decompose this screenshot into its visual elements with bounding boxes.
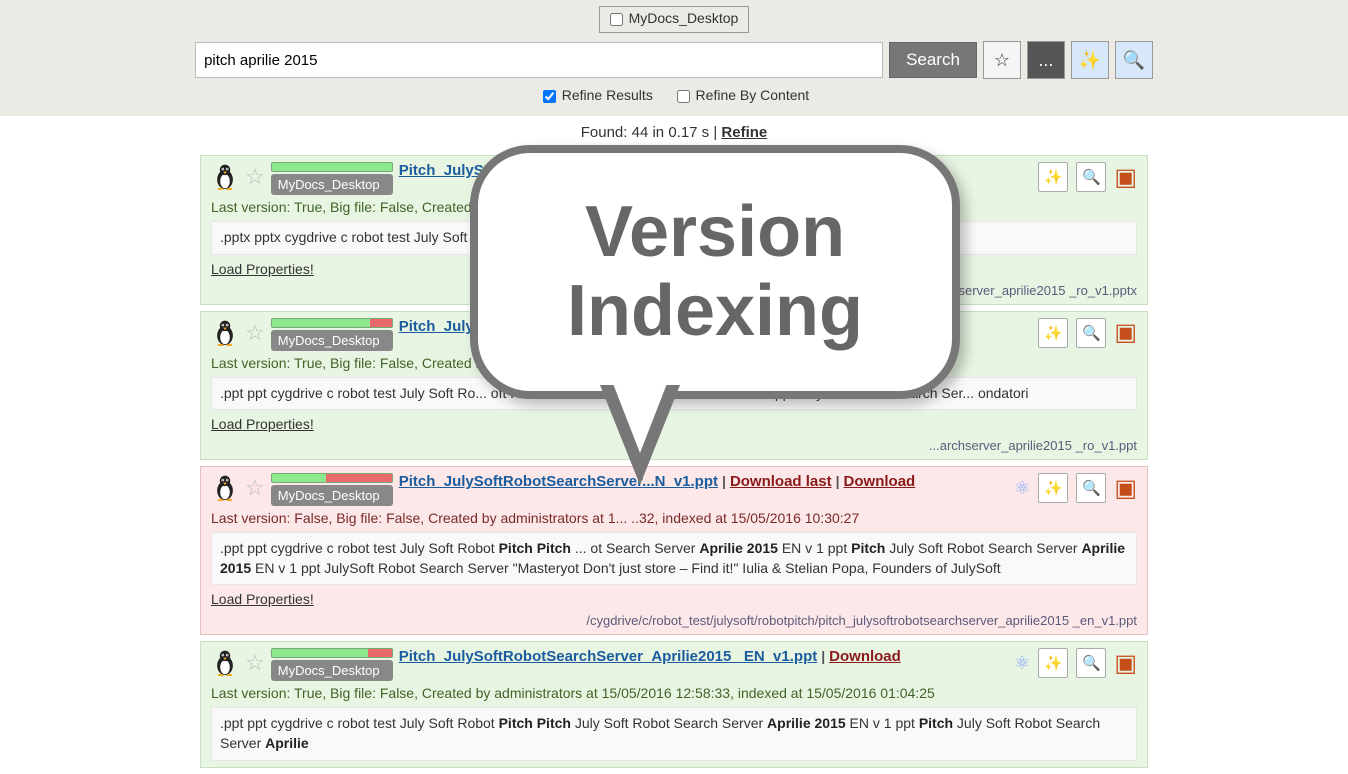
scope-selector[interactable]: MyDocs_Desktop	[599, 6, 750, 33]
result-metadata: Last version: True, Big file: False, Cre…	[211, 355, 1137, 371]
magnifier-icon: 🔍	[1082, 479, 1101, 497]
relevance-bar	[271, 648, 393, 658]
load-properties-link[interactable]: Load Properties!	[211, 416, 314, 432]
file-path: ...archserver_aprilie2015 _ro_v1.ppt	[211, 438, 1137, 453]
magnifier-icon: 🔍	[1082, 324, 1101, 342]
graph-icon[interactable]: ⚛	[1014, 478, 1030, 499]
powerpoint-icon: ▣	[1114, 163, 1137, 192]
wand-button[interactable]: ✨	[1038, 648, 1068, 678]
favorite-button[interactable]: ☆	[983, 41, 1021, 79]
results-summary-bar: Found: 44 in 0.17 s | Refine	[0, 116, 1348, 149]
wand-icon: ✨	[1044, 479, 1063, 497]
magnifier-icon: 🔍	[1082, 168, 1101, 186]
result-snippet: .ppt ppt cygdrive c robot test July Soft…	[211, 532, 1137, 585]
penguin-icon	[211, 318, 239, 346]
relevance-bar	[271, 473, 393, 483]
refine-by-content-option[interactable]: Refine By Content	[673, 87, 810, 103]
penguin-icon	[211, 473, 239, 501]
star-icon[interactable]: ☆	[245, 166, 265, 188]
wand-icon: ✨	[1044, 324, 1063, 342]
result-title-link[interactable]: Pitch_JulySoftRobotSearchServer_Aprilie2…	[399, 648, 818, 665]
source-badge: MyDocs_Desktop	[271, 660, 393, 681]
wand-icon: ✨	[1044, 654, 1063, 672]
result-metadata: Last version: True, Big file: False, Cre…	[211, 685, 1137, 701]
wand-icon: ✨	[1044, 168, 1063, 186]
download-link[interactable]: Download last	[730, 473, 832, 490]
relevance-bar	[271, 162, 393, 172]
star-icon[interactable]: ☆	[245, 477, 265, 499]
magnifier-icon: 🔍	[1082, 654, 1101, 672]
refine-link[interactable]: Refine	[721, 124, 767, 141]
source-badge: MyDocs_Desktop	[271, 485, 393, 506]
penguin-icon	[211, 648, 239, 676]
refine-results-option[interactable]: Refine Results	[539, 87, 657, 103]
result-item: ☆ MyDocs_Desktop Pitch_JulySoft ✨ 🔍 ▣ Last ver…	[200, 155, 1148, 305]
wand-button[interactable]: ✨	[1038, 473, 1068, 503]
file-path: /cygdrive/c/robot_test/julysoft/robotpit…	[211, 613, 1137, 628]
result-title-link[interactable]: Pitch_July	[399, 318, 474, 335]
wand-icon: ✨	[1079, 50, 1101, 71]
preview-button[interactable]: 🔍	[1076, 318, 1106, 348]
load-properties-link[interactable]: Load Properties!	[211, 591, 314, 607]
search-input[interactable]	[195, 42, 883, 78]
powerpoint-icon: ▣	[1114, 649, 1137, 678]
refine-by-content-checkbox[interactable]	[677, 90, 690, 103]
load-properties-link[interactable]: Load Properties!	[211, 261, 314, 277]
result-metadata: Last version: True, Big file: False, Cre…	[211, 199, 1137, 215]
star-icon[interactable]: ☆	[245, 652, 265, 674]
source-badge: MyDocs_Desktop	[271, 330, 393, 351]
wand-button[interactable]: ✨	[1038, 162, 1068, 192]
star-icon[interactable]: ☆	[245, 322, 265, 344]
result-snippet: .ppt ppt cygdrive c robot test July Soft…	[211, 377, 1137, 411]
search-header: MyDocs_Desktop Search ☆ ... ✨ 🔍 Refine R…	[0, 0, 1348, 116]
result-item: ☆ MyDocs_Desktop Pitch_JulySoftRobotSearch…	[200, 641, 1148, 767]
star-icon: ☆	[994, 50, 1010, 71]
result-snippet: .pptx pptx cygdrive c robot test July So…	[211, 221, 1137, 255]
preview-button[interactable]: 🔍	[1115, 41, 1153, 79]
magnifier-icon: 🔍	[1123, 50, 1145, 71]
scope-checkbox[interactable]	[610, 13, 623, 26]
scope-label: MyDocs_Desktop	[629, 10, 739, 26]
wand-button[interactable]: ✨	[1038, 318, 1068, 348]
file-path: ...chserver_aprilie2015 _ro_v1.pptx	[211, 283, 1137, 298]
result-item: ☆ MyDocs_Desktop Pitch_July ✨ 🔍 ▣ Last version…	[200, 311, 1148, 461]
results-list: ☆ MyDocs_Desktop Pitch_JulySoft ✨ 🔍 ▣ Last ver…	[0, 155, 1348, 768]
result-item: ☆ MyDocs_Desktop Pitch_JulySoftRobotSearch…	[200, 466, 1148, 635]
result-title-link[interactable]: Pitch_JulySoft	[399, 162, 503, 179]
graph-icon[interactable]: ⚛	[1014, 653, 1030, 674]
penguin-icon	[211, 162, 239, 190]
preview-button[interactable]: 🔍	[1076, 648, 1106, 678]
download-link[interactable]: Download	[829, 648, 901, 665]
result-metadata: Last version: False, Big file: False, Cr…	[211, 510, 1137, 526]
powerpoint-icon: ▣	[1114, 474, 1137, 503]
result-snippet: .ppt ppt cygdrive c robot test July Soft…	[211, 707, 1137, 760]
download-link[interactable]: Download	[844, 473, 916, 490]
relevance-bar	[271, 318, 393, 328]
result-title-link[interactable]: Pitch_JulySoftRobotSearchServer	[399, 473, 642, 490]
preview-button[interactable]: 🔍	[1076, 473, 1106, 503]
source-badge: MyDocs_Desktop	[271, 174, 393, 195]
wizard-button[interactable]: ✨	[1071, 41, 1109, 79]
more-button[interactable]: ...	[1027, 41, 1065, 79]
preview-button[interactable]: 🔍	[1076, 162, 1106, 192]
search-button[interactable]: Search	[889, 42, 977, 78]
refine-results-checkbox[interactable]	[543, 90, 556, 103]
powerpoint-icon: ▣	[1114, 318, 1137, 347]
ellipsis-icon: ...	[1038, 50, 1053, 71]
